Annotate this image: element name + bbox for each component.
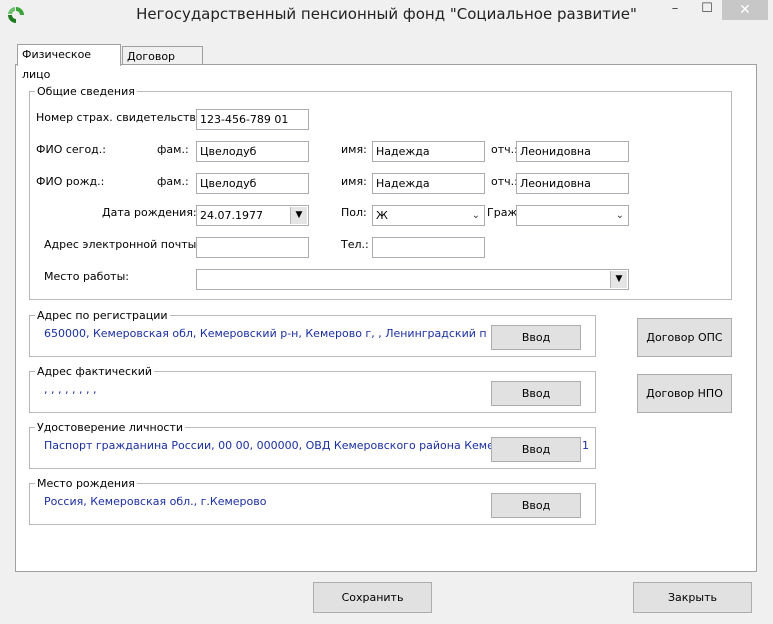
close-button[interactable]: Закрыть — [633, 582, 752, 613]
close-window-button[interactable]: ✕ — [722, 0, 768, 20]
identity-value: Паспорт гражданина России, 00 00, 000000… — [44, 439, 492, 452]
current-patronymic-input[interactable]: Леонидовна — [516, 141, 629, 162]
reg-address-value: 650000, Кемеровская обл, Кемеровский р-н… — [44, 327, 486, 340]
fio-current-label: ФИО сегод.: — [36, 143, 106, 156]
dob-picker[interactable]: 24.07.1977 ▼ — [196, 205, 309, 226]
birth-patronymic-label: отч.: — [491, 175, 518, 188]
work-label: Место работы: — [44, 270, 129, 283]
npo-contract-button[interactable]: Договор НПО — [637, 374, 732, 413]
dropdown-arrow-icon[interactable]: ▼ — [290, 207, 307, 224]
birth-name-label: имя: — [341, 175, 367, 188]
current-surname-input[interactable]: Цвелодуб — [196, 141, 309, 162]
fact-address-value: , , , , , , , , — [44, 383, 97, 396]
tab-ops-contract[interactable]: Договор ОПС — [122, 46, 203, 83]
sex-label: Пол: — [341, 206, 367, 219]
general-info-title: Общие сведения — [35, 85, 137, 98]
identity-title: Удостоверение личности — [35, 421, 186, 434]
birthplace-title: Место рождения — [35, 477, 137, 490]
work-select[interactable]: ▼ — [196, 269, 629, 290]
phone-input[interactable] — [372, 237, 485, 258]
window-title: Негосударственный пенсионный фонд "Социа… — [136, 5, 637, 23]
dropdown-arrow-icon[interactable]: ▼ — [610, 271, 627, 288]
reg-address-title: Адрес по регистрации — [35, 309, 170, 322]
dob-value: 24.07.1977 — [200, 209, 263, 222]
fio-birth-label: ФИО рожд.: — [36, 175, 105, 188]
tab-individual[interactable]: Физическое лицо — [17, 44, 121, 81]
reg-address-enter-button[interactable]: Ввод — [491, 325, 581, 350]
chevron-down-icon: ⌄ — [471, 210, 480, 221]
snils-label: Номер страх. свидетельства: — [36, 111, 207, 124]
fact-address-enter-button[interactable]: Ввод — [491, 381, 581, 406]
current-name-label: имя: — [341, 143, 367, 156]
phone-label: Тел.: — [341, 238, 369, 251]
minimize-button[interactable]: – — [660, 0, 690, 20]
ops-contract-button[interactable]: Договор ОПС — [637, 318, 732, 357]
email-label: Адрес электронной почты: — [44, 238, 201, 251]
email-input[interactable] — [196, 237, 309, 258]
save-button[interactable]: Сохранить — [313, 582, 432, 613]
birth-patronymic-input[interactable]: Леонидовна — [516, 173, 629, 194]
fact-address-title: Адрес фактический — [35, 365, 155, 378]
snils-input[interactable]: 123-456-789 01 — [196, 109, 309, 130]
current-patronymic-label: отч.: — [491, 143, 518, 156]
sex-select[interactable]: Ж ⌄ — [372, 205, 485, 226]
identity-value-tail: 1 — [582, 439, 589, 452]
birth-name-input[interactable]: Надежда — [372, 173, 485, 194]
birthplace-value: Россия, Кемеровская обл., г.Кемерово — [44, 495, 267, 508]
dob-label: Дата рождения: — [102, 206, 197, 219]
chevron-down-icon: ⌄ — [615, 210, 624, 221]
birthplace-enter-button[interactable]: Ввод — [491, 493, 581, 518]
citizenship-select[interactable]: ⌄ — [516, 205, 629, 226]
sex-value: Ж — [376, 209, 388, 222]
current-surname-label: фам.: — [157, 143, 189, 156]
birth-surname-label: фам.: — [157, 175, 189, 188]
birth-surname-input[interactable]: Цвелодуб — [196, 173, 309, 194]
maximize-button[interactable]: ☐ — [693, 0, 721, 20]
current-name-input[interactable]: Надежда — [372, 141, 485, 162]
identity-enter-button[interactable]: Ввод — [491, 437, 581, 462]
